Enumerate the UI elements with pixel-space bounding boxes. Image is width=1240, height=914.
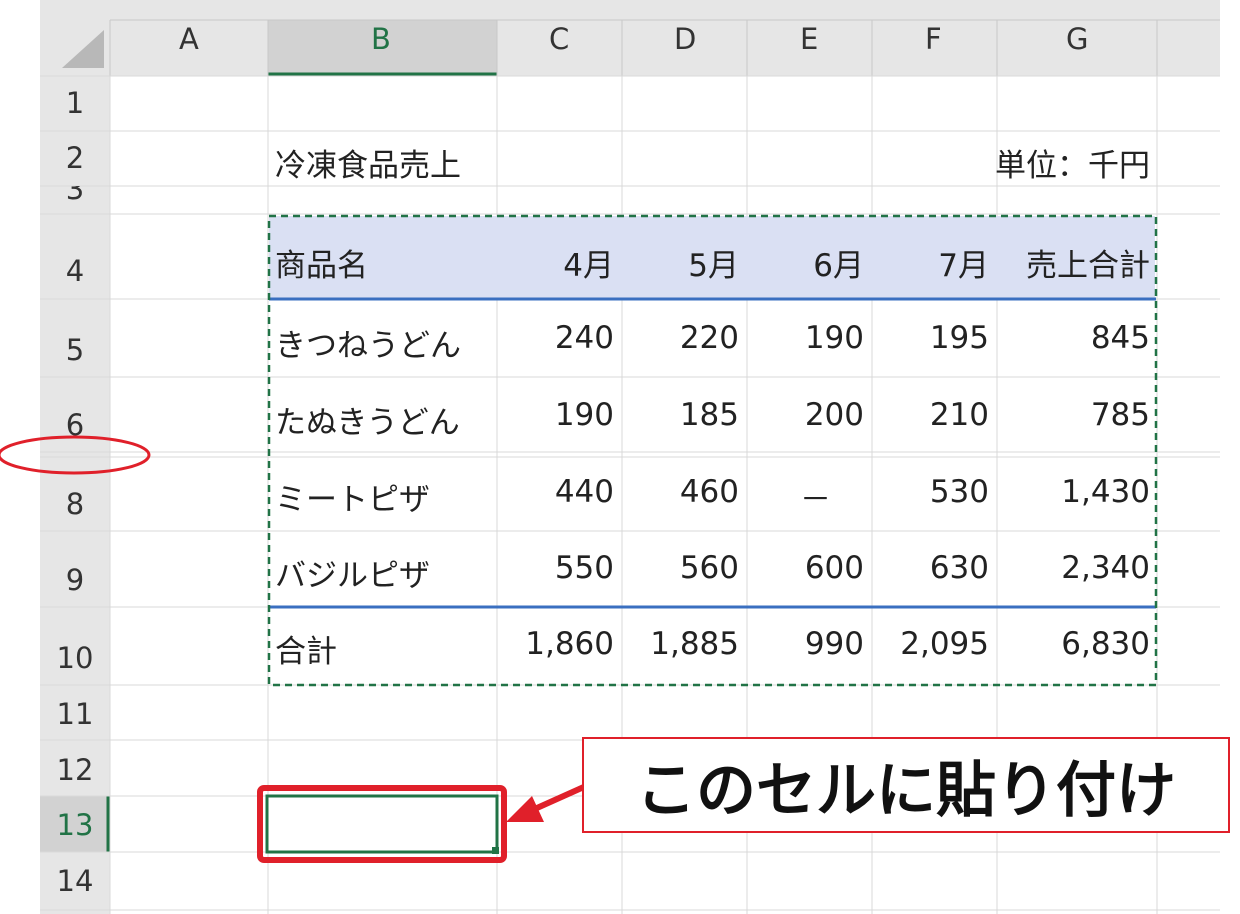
spreadsheet: A B C D E F G 1 2 3 4 5 6 8 9 10 11 12 1… xyxy=(0,0,1240,914)
sales-may[interactable]: 220 xyxy=(625,320,739,356)
header-may[interactable]: 5月 xyxy=(625,240,739,285)
active-cell-b13[interactable] xyxy=(265,794,499,854)
column-header-bar xyxy=(40,0,1220,76)
product-name[interactable]: バジルピザ xyxy=(275,550,430,595)
sales-jul[interactable]: 530 xyxy=(875,474,989,510)
column-header-a[interactable]: A xyxy=(179,22,199,56)
row-header-9[interactable]: 9 xyxy=(42,563,108,597)
product-name[interactable]: ミートピザ xyxy=(275,474,430,519)
sales-may[interactable]: 560 xyxy=(625,550,739,586)
row-header-3-clip: 3 xyxy=(42,186,108,214)
sales-jun[interactable]: 190 xyxy=(750,320,864,356)
header-total[interactable]: 売上合計 xyxy=(1000,240,1150,285)
total-jul[interactable]: 2,095 xyxy=(875,626,989,662)
callout-text: このセルに貼り付け xyxy=(636,755,1176,826)
row-header-8[interactable]: 8 xyxy=(42,487,108,521)
column-header-c[interactable]: C xyxy=(549,22,569,56)
total-may[interactable]: 1,885 xyxy=(625,626,739,662)
sales-jun[interactable]: － xyxy=(800,474,831,519)
row-header-11[interactable]: 11 xyxy=(42,697,108,731)
sales-jul[interactable]: 210 xyxy=(875,397,989,433)
header-jun[interactable]: 6月 xyxy=(750,240,864,285)
unit-label[interactable]: 単位：千円 xyxy=(960,140,1150,185)
row-header-1[interactable]: 1 xyxy=(42,86,108,120)
sales-total[interactable]: 1,430 xyxy=(1000,474,1150,510)
sales-apr[interactable]: 550 xyxy=(500,550,614,586)
sheet-title[interactable]: 冷凍食品売上 xyxy=(275,140,461,185)
callout-box: このセルに貼り付け xyxy=(582,737,1230,833)
sales-total[interactable]: 845 xyxy=(1000,320,1150,356)
total-jun[interactable]: 990 xyxy=(750,626,864,662)
row-header-14[interactable]: 14 xyxy=(42,864,108,898)
row-header-2[interactable]: 2 xyxy=(42,141,108,175)
row-header-13[interactable]: 13 xyxy=(42,808,108,842)
total-label[interactable]: 合計 xyxy=(275,626,337,671)
sales-jun[interactable]: 600 xyxy=(750,550,864,586)
sales-jul[interactable]: 630 xyxy=(875,550,989,586)
sales-may[interactable]: 185 xyxy=(625,397,739,433)
row-header-5[interactable]: 5 xyxy=(42,333,108,367)
sales-jul[interactable]: 195 xyxy=(875,320,989,356)
total-apr[interactable]: 1,860 xyxy=(500,626,614,662)
column-header-e[interactable]: E xyxy=(800,22,818,56)
product-name[interactable]: きつねうどん xyxy=(275,320,461,365)
highlight-frame xyxy=(257,785,507,863)
sales-jun[interactable]: 200 xyxy=(750,397,864,433)
row-header-10[interactable]: 10 xyxy=(42,641,108,675)
sales-apr[interactable]: 240 xyxy=(500,320,614,356)
header-product[interactable]: 商品名 xyxy=(275,240,368,285)
column-header-f[interactable]: F xyxy=(925,22,942,56)
header-apr[interactable]: 4月 xyxy=(500,240,614,285)
sales-total[interactable]: 2,340 xyxy=(1000,550,1150,586)
row-header-4[interactable]: 4 xyxy=(42,254,108,288)
sales-apr[interactable]: 440 xyxy=(500,474,614,510)
column-header-b[interactable]: B xyxy=(371,22,391,56)
row-header-6[interactable]: 6 xyxy=(42,408,108,442)
sales-apr[interactable]: 190 xyxy=(500,397,614,433)
sales-total[interactable]: 785 xyxy=(1000,397,1150,433)
row-header-3[interactable]: 3 xyxy=(42,186,108,206)
sales-may[interactable]: 460 xyxy=(625,474,739,510)
header-jul[interactable]: 7月 xyxy=(875,240,989,285)
product-name[interactable]: たぬきうどん xyxy=(275,397,460,442)
row-header-12[interactable]: 12 xyxy=(42,753,108,787)
total-grand[interactable]: 6,830 xyxy=(1000,626,1150,662)
column-header-d[interactable]: D xyxy=(674,22,696,56)
fill-handle[interactable] xyxy=(492,847,499,854)
column-header-g[interactable]: G xyxy=(1066,22,1088,56)
